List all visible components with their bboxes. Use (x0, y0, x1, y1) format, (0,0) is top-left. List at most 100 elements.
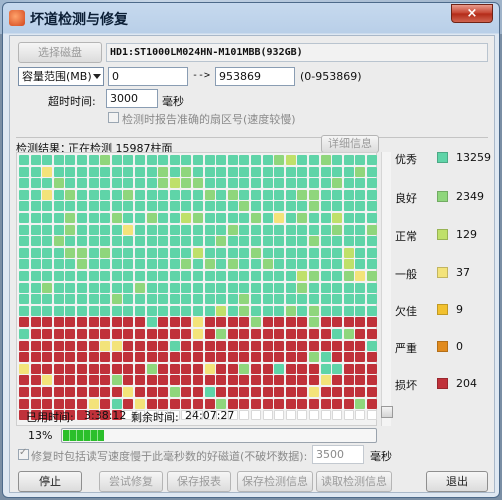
sector-cell (111, 317, 122, 328)
sector-cell (181, 398, 192, 409)
sector-cell (181, 340, 192, 351)
range-end-input[interactable]: 953869 (215, 67, 295, 86)
sector-cell (285, 329, 296, 339)
sector-cell (77, 166, 87, 177)
legend-count: 37 (456, 266, 470, 279)
save-info-button[interactable]: 保存检测信息 (237, 471, 313, 492)
repair-ms-input[interactable]: 3500 (312, 445, 364, 464)
sector-cell (111, 166, 122, 177)
sector-cell (332, 247, 343, 258)
drive-info: HD1:ST1000LM024HN-M101MBB(932GB) (106, 43, 488, 62)
sector-cell (309, 363, 319, 374)
sector-cell (320, 189, 331, 200)
sector-cell (193, 340, 203, 351)
sector-cell (123, 271, 134, 281)
sector-cell (297, 224, 308, 235)
sector-cell (343, 178, 354, 189)
sector-cell (77, 155, 87, 165)
sector-cell (169, 247, 180, 258)
sector-cell (309, 213, 319, 223)
sector-cell (309, 201, 319, 212)
sector-cell (343, 410, 354, 421)
sector-cell (123, 259, 134, 270)
sector-cell (343, 398, 354, 409)
sector-cell (285, 224, 296, 235)
sector-cell (65, 375, 76, 386)
stop-button[interactable]: 停止 (18, 471, 82, 492)
read-info-button[interactable]: 读取检测信息 (316, 471, 392, 492)
sector-cell (88, 271, 99, 281)
sector-cell (135, 329, 145, 339)
sector-cell (30, 387, 41, 397)
sector-cell (181, 271, 192, 281)
sector-cell (193, 155, 203, 165)
report-sector-checkbox[interactable] (108, 112, 119, 123)
sector-map-scrollbar[interactable] (381, 152, 393, 426)
sector-cell (158, 155, 169, 165)
sector-cell (30, 363, 41, 374)
range-start-input[interactable]: 0 (108, 67, 188, 86)
sector-cell (193, 189, 203, 200)
sector-cell (332, 329, 343, 339)
sector-cell (146, 178, 157, 189)
sector-cell (297, 294, 308, 305)
sector-cell (158, 329, 169, 339)
sector-cell (251, 271, 261, 281)
sector-cell (42, 166, 53, 177)
sector-cell (343, 329, 354, 339)
title-bar[interactable]: 坏道检测与修复 × (3, 3, 499, 33)
sector-cell (100, 329, 111, 339)
range-mode-select[interactable]: 容量范围(MB) (18, 67, 104, 86)
sector-cell (65, 247, 76, 258)
sector-cell (343, 317, 354, 328)
sector-cell (251, 387, 261, 397)
sector-cell (355, 305, 366, 316)
sector-cell (239, 352, 250, 363)
sector-cell (216, 317, 227, 328)
legend-swatch (437, 378, 448, 389)
sector-cell (146, 259, 157, 270)
sector-cell (169, 271, 180, 281)
sector-cell (42, 178, 53, 189)
sector-cell (100, 305, 111, 316)
elapsed-label: 已用时间: (26, 411, 74, 424)
sector-cell (123, 387, 134, 397)
sector-cell (309, 340, 319, 351)
details-button[interactable]: 详细信息 (321, 135, 379, 153)
sector-cell (367, 375, 377, 386)
sector-cell (227, 305, 238, 316)
sector-cell (53, 178, 64, 189)
close-button[interactable]: × (451, 4, 493, 23)
sector-cell (332, 387, 343, 397)
sector-cell (332, 375, 343, 386)
save-report-button[interactable]: 保存报表 (167, 471, 231, 492)
sector-cell (65, 155, 76, 165)
sector-cell (239, 387, 250, 397)
sector-cell (216, 178, 227, 189)
sector-cell (146, 352, 157, 363)
sector-cell (100, 294, 111, 305)
sector-cell (262, 329, 273, 339)
scroll-thumb[interactable] (381, 406, 393, 418)
select-disk-button[interactable]: 选择磁盘 (18, 42, 102, 63)
sector-cell (343, 352, 354, 363)
sector-cell (193, 224, 203, 235)
exit-button[interactable]: 退出 (426, 471, 488, 492)
repair-slow-checkbox[interactable] (18, 447, 29, 460)
sector-cell (88, 201, 99, 212)
sector-cell (320, 294, 331, 305)
sector-cell (343, 166, 354, 177)
sector-cell (285, 352, 296, 363)
sector-cell (111, 271, 122, 281)
sector-cell (262, 282, 273, 293)
timeout-input[interactable]: 3000 (106, 89, 158, 108)
sector-cell (53, 363, 64, 374)
sector-cell (42, 294, 53, 305)
sector-cell (285, 155, 296, 165)
sector-cell (88, 375, 99, 386)
sector-cell (216, 329, 227, 339)
sector-cell (88, 178, 99, 189)
sector-cell (274, 166, 285, 177)
sector-cell (204, 224, 215, 235)
try-repair-button[interactable]: 尝试修复 (99, 471, 163, 492)
